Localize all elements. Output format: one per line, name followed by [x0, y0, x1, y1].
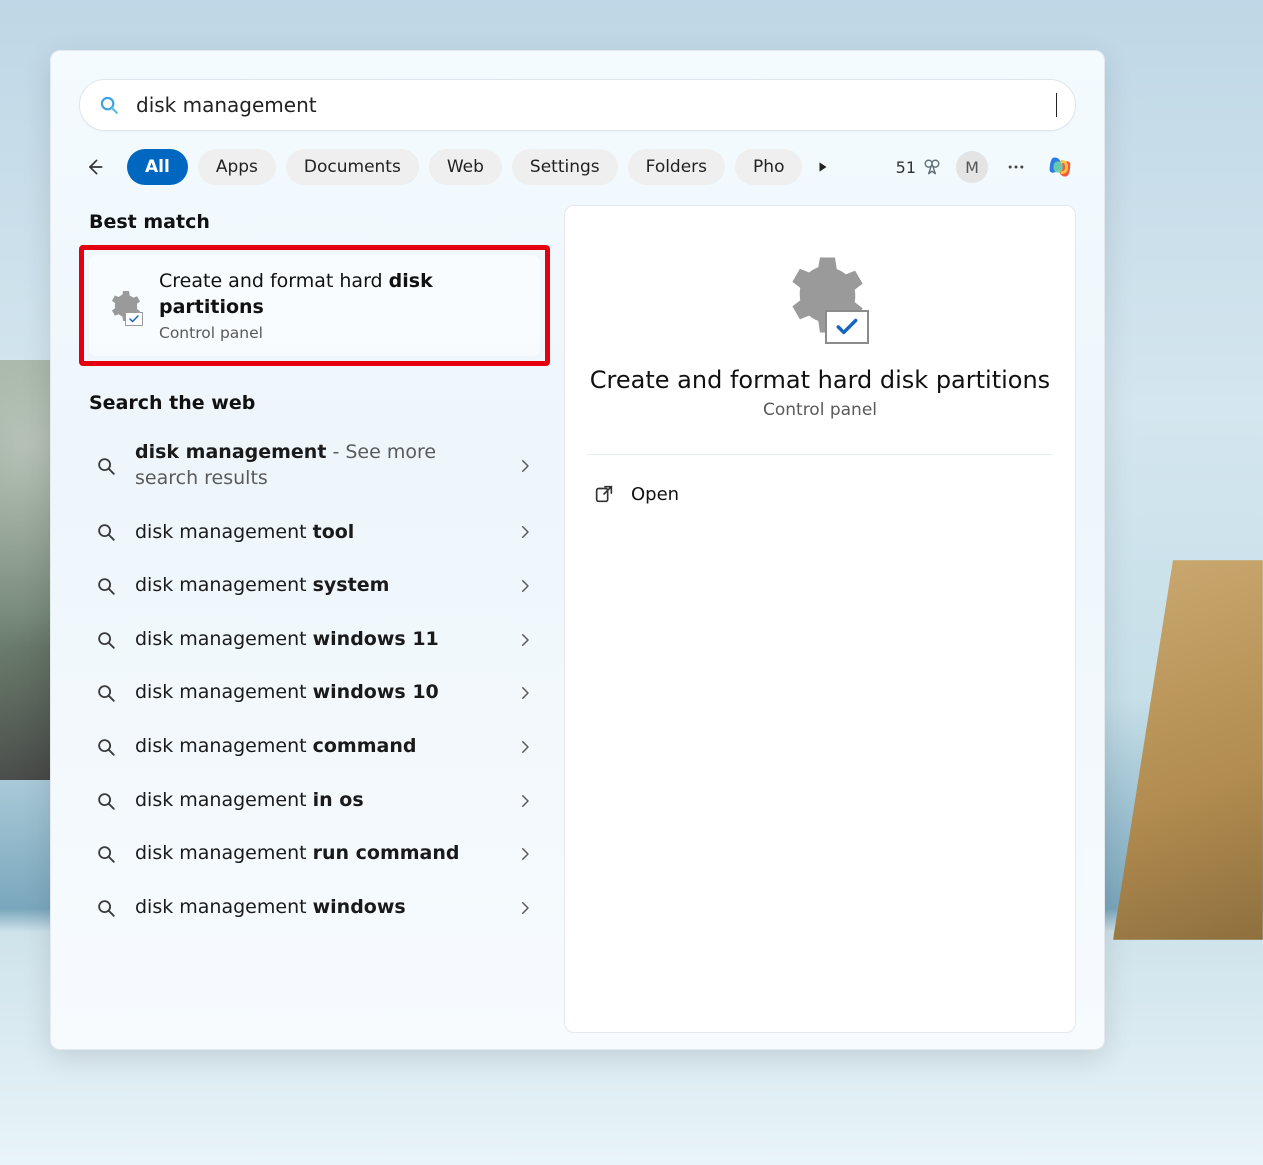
chevron-right-icon: [516, 457, 534, 475]
web-result[interactable]: disk management - See more search result…: [79, 426, 550, 505]
preview-header: Create and format hard disk partitions C…: [587, 246, 1053, 420]
search-icon: [98, 94, 120, 116]
search-window: All Apps Documents Web Settings Folders …: [50, 50, 1105, 1050]
avatar-initial: M: [965, 158, 979, 177]
search-bar[interactable]: [79, 79, 1076, 131]
search-icon: [95, 575, 117, 597]
best-match-result[interactable]: Create and format hard disk partitions C…: [89, 255, 540, 356]
filter-documents[interactable]: Documents: [286, 149, 419, 185]
web-result-text: disk management run command: [135, 841, 498, 867]
back-button[interactable]: [79, 151, 111, 183]
toolbar-right: 51 M: [896, 151, 1076, 183]
web-result[interactable]: disk management windows 11: [79, 613, 550, 667]
preview-subtitle: Control panel: [763, 400, 877, 420]
search-input[interactable]: [134, 92, 1048, 118]
web-result[interactable]: disk management system: [79, 559, 550, 613]
web-result[interactable]: disk management windows: [79, 881, 550, 935]
web-result-text: disk management command: [135, 734, 498, 760]
check-badge-icon: [125, 312, 143, 326]
filter-scroll-right-icon[interactable]: [812, 156, 834, 178]
filter-settings[interactable]: Settings: [512, 149, 618, 185]
text-cursor: [1056, 93, 1057, 117]
search-icon: [95, 682, 117, 704]
search-icon: [95, 790, 117, 812]
web-result-text: disk management windows 10: [135, 680, 498, 706]
user-avatar[interactable]: M: [956, 151, 988, 183]
web-result-text: disk management in os: [135, 788, 498, 814]
filter-all[interactable]: All: [127, 149, 188, 185]
preview-icon: [775, 250, 865, 340]
search-icon: [95, 897, 117, 919]
rewards-button[interactable]: 51: [896, 157, 942, 177]
chevron-right-icon: [516, 523, 534, 541]
open-label: Open: [631, 484, 679, 505]
open-external-icon: [593, 483, 615, 505]
filter-apps[interactable]: Apps: [198, 149, 276, 185]
search-icon: [95, 455, 117, 477]
search-web-heading: Search the web: [89, 392, 540, 414]
web-result-text: disk management windows: [135, 895, 498, 921]
web-result[interactable]: disk management tool: [79, 506, 550, 560]
search-icon: [95, 736, 117, 758]
more-button[interactable]: [1002, 153, 1030, 181]
results-body: Best match Create and format hard disk p…: [79, 205, 1076, 1033]
web-result[interactable]: disk management command: [79, 720, 550, 774]
best-match-title-bold2: partitions: [159, 296, 264, 318]
web-result[interactable]: disk management windows 10: [79, 666, 550, 720]
control-panel-icon: [105, 288, 141, 324]
best-match-heading: Best match: [89, 211, 540, 233]
chevron-right-icon: [516, 577, 534, 595]
copilot-button[interactable]: [1044, 151, 1076, 183]
filter-photos[interactable]: Pho: [735, 149, 802, 185]
best-match-title-prefix: Create and format hard: [159, 270, 389, 292]
open-action[interactable]: Open: [587, 473, 1053, 515]
web-results-list: disk management - See more search result…: [79, 426, 550, 934]
web-result-text: disk management tool: [135, 520, 498, 546]
preview-pane: Create and format hard disk partitions C…: [564, 205, 1076, 1033]
chevron-right-icon: [516, 684, 534, 702]
preview-title: Create and format hard disk partitions: [590, 366, 1050, 394]
search-icon: [95, 629, 117, 651]
search-icon: [95, 843, 117, 865]
best-match-text: Create and format hard disk partitions C…: [159, 269, 524, 342]
best-match-highlight: Create and format hard disk partitions C…: [79, 245, 550, 366]
chevron-right-icon: [516, 631, 534, 649]
filter-folders[interactable]: Folders: [628, 149, 725, 185]
check-badge-icon: [825, 310, 869, 344]
preview-divider: [587, 454, 1053, 455]
web-result-text: disk management system: [135, 573, 498, 599]
best-match-subtitle: Control panel: [159, 324, 524, 342]
web-result[interactable]: disk management in os: [79, 774, 550, 828]
filter-bar: All Apps Documents Web Settings Folders …: [79, 149, 1076, 185]
rewards-count: 51: [896, 158, 916, 177]
chevron-right-icon: [516, 845, 534, 863]
chevron-right-icon: [516, 792, 534, 810]
chevron-right-icon: [516, 738, 534, 756]
rewards-icon: [922, 157, 942, 177]
web-result-text: disk management - See more search result…: [135, 440, 498, 491]
best-match-title-bold1: disk: [389, 270, 433, 292]
chevron-right-icon: [516, 899, 534, 917]
search-icon: [95, 521, 117, 543]
results-left: Best match Create and format hard disk p…: [79, 205, 550, 1033]
web-result-text: disk management windows 11: [135, 627, 498, 653]
web-result[interactable]: disk management run command: [79, 827, 550, 881]
filter-web[interactable]: Web: [429, 149, 502, 185]
